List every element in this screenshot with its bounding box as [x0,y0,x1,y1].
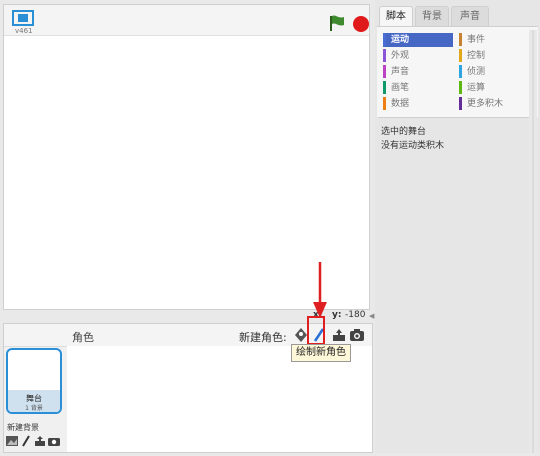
scrollbar[interactable] [529,30,537,453]
block-panel: 脚本 背景 声音 运动 事件 外观 控制 声音 侦测 画笔 运算 数据 更多积木 选中的舞台 没有… [375,0,540,453]
category-label: 事件 [467,35,486,45]
category-swatch [383,33,386,46]
new-sprite-label: 新建角色: [239,331,287,344]
tab-sounds[interactable]: 声音 [451,6,489,26]
y-label: y: [332,310,342,320]
category-label: 外观 [391,51,410,61]
camera-sprite-icon[interactable] [349,327,365,343]
paint-backdrop-icon[interactable] [20,435,32,447]
tab-scripts[interactable]: 脚本 [379,6,413,26]
category-3[interactable]: 控制 [459,49,529,63]
y-value: -180 [345,310,366,320]
category-6[interactable]: 画笔 [383,81,453,95]
category-label: 运动 [391,35,410,45]
palette-divider [378,117,530,118]
paint-tooltip: 绘制新角色 [291,344,351,362]
category-0[interactable]: 运动 [383,33,453,47]
category-swatch [459,65,462,78]
selected-target-label: 选中的舞台 [381,127,427,137]
category-swatch [459,33,462,46]
category-7[interactable]: 运算 [459,81,529,95]
block-category-palette: 运动 事件外观 控制声音 侦测画笔 运算数据 更多积木 [377,26,538,117]
green-flag-icon[interactable] [328,14,346,32]
category-2[interactable]: 外观 [383,49,453,63]
category-label: 运算 [467,83,486,93]
collapse-stage-icon[interactable]: ◀ [369,312,374,320]
stop-icon[interactable] [353,16,369,32]
backdrop-library-icon[interactable] [6,435,18,447]
camera-backdrop-icon[interactable] [48,435,60,447]
category-label: 控制 [467,51,486,61]
category-swatch [383,97,386,110]
backdrop-count: 1 背景 [25,405,43,412]
category-8[interactable]: 数据 [383,97,453,111]
fullscreen-icon[interactable] [12,10,34,26]
category-swatch [383,81,386,94]
upload-backdrop-icon[interactable] [34,435,46,447]
paint-tool-highlight [307,316,325,345]
category-label: 数据 [391,99,410,109]
category-label: 侦测 [467,67,486,77]
category-label: 声音 [391,67,410,77]
no-blocks-message: 没有运动类积木 [381,141,445,151]
annotation-arrow [310,262,330,322]
category-9[interactable]: 更多积木 [459,97,529,111]
category-label: 画笔 [391,83,410,93]
tab-backdrops[interactable]: 背景 [415,6,449,26]
version-label: v461 [15,27,33,35]
category-swatch [459,81,462,94]
stage-header: v461 [4,5,369,36]
category-swatch [459,49,462,62]
category-4[interactable]: 声音 [383,65,453,79]
category-5[interactable]: 侦测 [459,65,529,79]
category-1[interactable]: 事件 [459,33,529,47]
sprite-section-label: 角色 [72,331,94,344]
category-swatch [383,49,386,62]
category-swatch [459,97,462,110]
upload-sprite-icon[interactable] [331,327,347,343]
new-backdrop-label: 新建背景 [7,423,39,432]
category-swatch [383,65,386,78]
category-label: 更多积木 [467,99,504,109]
stage-thumbnail[interactable]: 舞台 1 背景 [6,348,62,414]
